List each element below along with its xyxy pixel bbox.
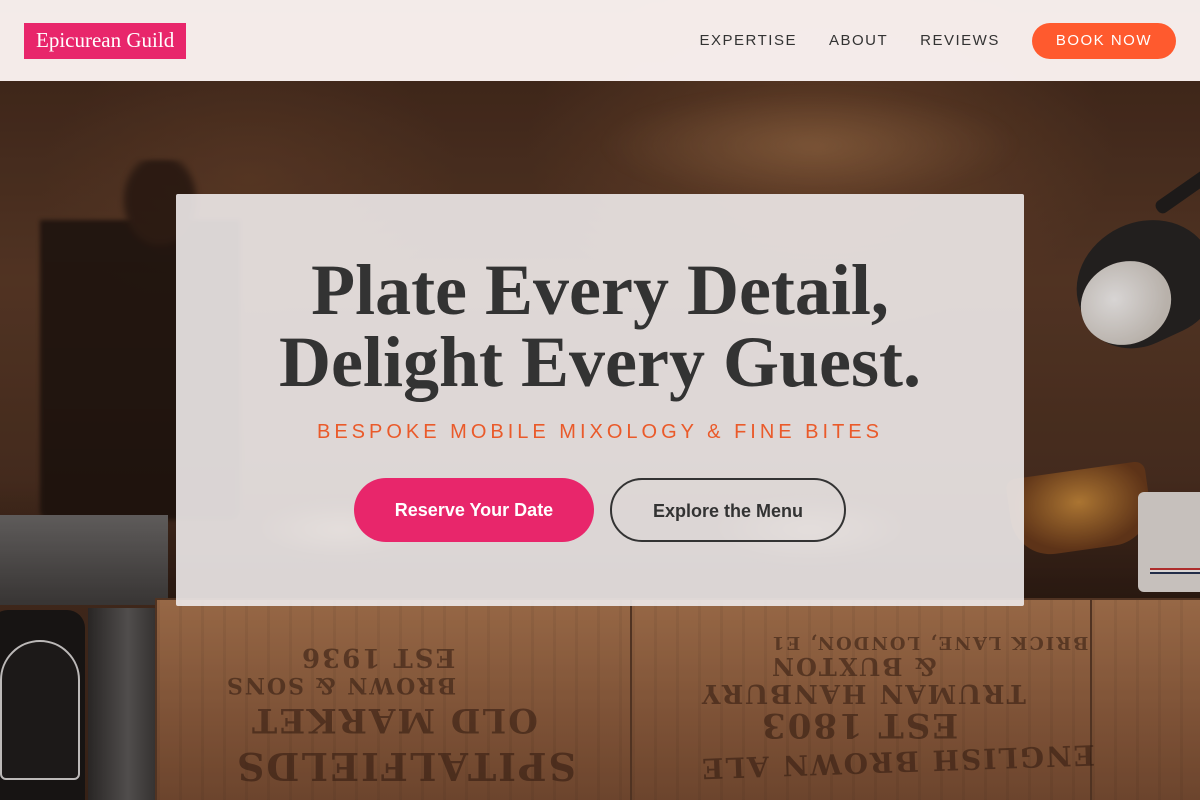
hero-title-line-2: Delight Every Guest. [279, 322, 921, 402]
hero-subtitle: BESPOKE MOBILE MIXOLOGY & FINE BITES [317, 421, 883, 443]
hero-cta-row: Reserve Your Date Explore the Menu [354, 478, 854, 542]
nav-link-reviews[interactable]: REVIEWS [920, 32, 1000, 49]
hero-title: Plate Every Detail, Delight Every Guest. [176, 254, 1024, 398]
hero-card: Plate Every Detail, Delight Every Guest.… [176, 194, 1024, 606]
hero-title-line-1: Plate Every Detail, [311, 250, 889, 330]
reserve-date-button[interactable]: Reserve Your Date [354, 478, 594, 542]
explore-menu-button[interactable]: Explore the Menu [610, 478, 846, 542]
brand-logo[interactable]: Epicurean Guild [24, 22, 187, 59]
book-now-button[interactable]: BOOK NOW [1031, 22, 1176, 59]
nav-link-about[interactable]: ABOUT [829, 32, 888, 49]
nav-link-expertise[interactable]: EXPERTISE [700, 32, 797, 49]
site-header: Epicurean Guild EXPERTISE ABOUT REVIEWS … [0, 0, 1200, 81]
main-nav: EXPERTISE ABOUT REVIEWS BOOK NOW [700, 22, 1176, 59]
